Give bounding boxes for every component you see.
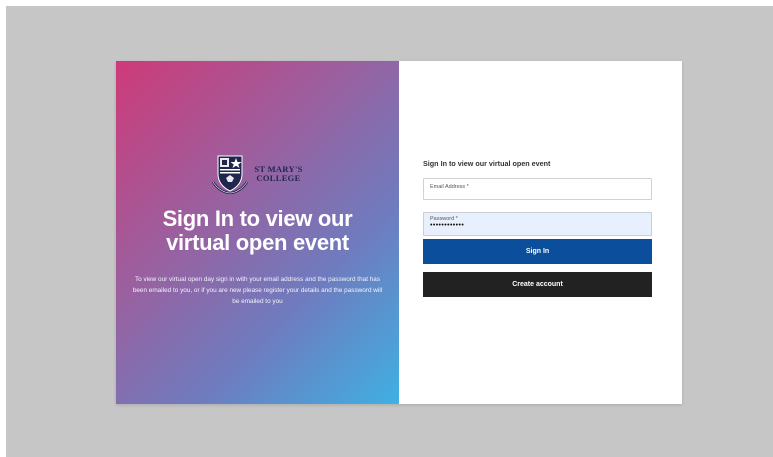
hero-panel: ST MARY'S COLLEGE Sign In to view our vi… [116,61,399,404]
hero-title-line2: virtual open event [166,230,349,255]
hero-title: Sign In to view our virtual open event [116,207,399,255]
password-value: •••••••••••• [430,222,465,229]
email-field[interactable]: Email Address * [423,178,652,200]
password-field[interactable]: Password * •••••••••••• [423,212,652,236]
form-heading: Sign In to view our virtual open event [423,159,551,168]
crest-icon [212,155,249,194]
college-logo: ST MARY'S COLLEGE [116,154,399,194]
hero-description: To view our virtual open day sign in wit… [132,276,383,305]
create-account-button[interactable]: Create account [423,272,652,297]
sign-in-card: ST MARY'S COLLEGE Sign In to view our vi… [116,61,682,404]
college-name: ST MARY'S COLLEGE [254,165,302,183]
create-account-button-label: Create account [512,281,563,288]
hero-title-line1: Sign In to view our [162,206,353,231]
sign-in-button-label: Sign In [525,248,550,255]
email-label: Email Address * [430,184,469,190]
sign-in-form: Sign In to view our virtual open event E… [423,159,652,297]
college-name-line2: COLLEGE [256,173,301,183]
sign-in-button[interactable]: Sign In [423,239,652,264]
